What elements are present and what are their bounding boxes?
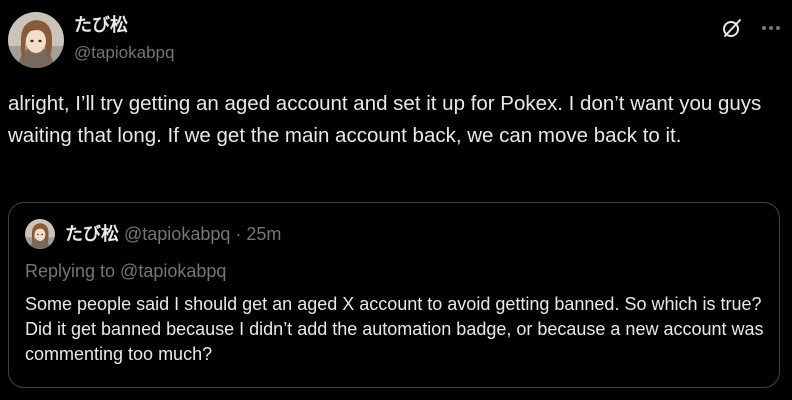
grok-icon[interactable]	[720, 16, 744, 40]
quoted-author-handle[interactable]: @tapiokabpq	[124, 224, 230, 244]
quoted-tweet-header: たび松 @tapiokabpq · 25m	[65, 223, 281, 245]
author-avatar[interactable]	[8, 12, 64, 68]
quoted-author-avatar[interactable]	[25, 219, 55, 249]
quoted-tweet-text: Some people said I should get an aged X …	[25, 294, 764, 364]
more-icon[interactable]	[759, 16, 783, 40]
quoted-author-display-name[interactable]: たび松	[65, 224, 119, 244]
quoted-tweet-timestamp[interactable]: 25m	[246, 224, 281, 244]
author-display-name[interactable]: たび松	[74, 14, 128, 36]
quoted-meta-separator: ·	[235, 224, 242, 244]
author-handle[interactable]: @tapiokabpq	[74, 42, 174, 64]
replying-to-label: Replying to @tapiokabpq	[25, 261, 227, 281]
quoted-tweet-card[interactable]: たび松 @tapiokabpq · 25m Replying to @tapio…	[8, 202, 780, 388]
tweet-text: alright, I’ll try getting an aged accoun…	[8, 92, 762, 147]
